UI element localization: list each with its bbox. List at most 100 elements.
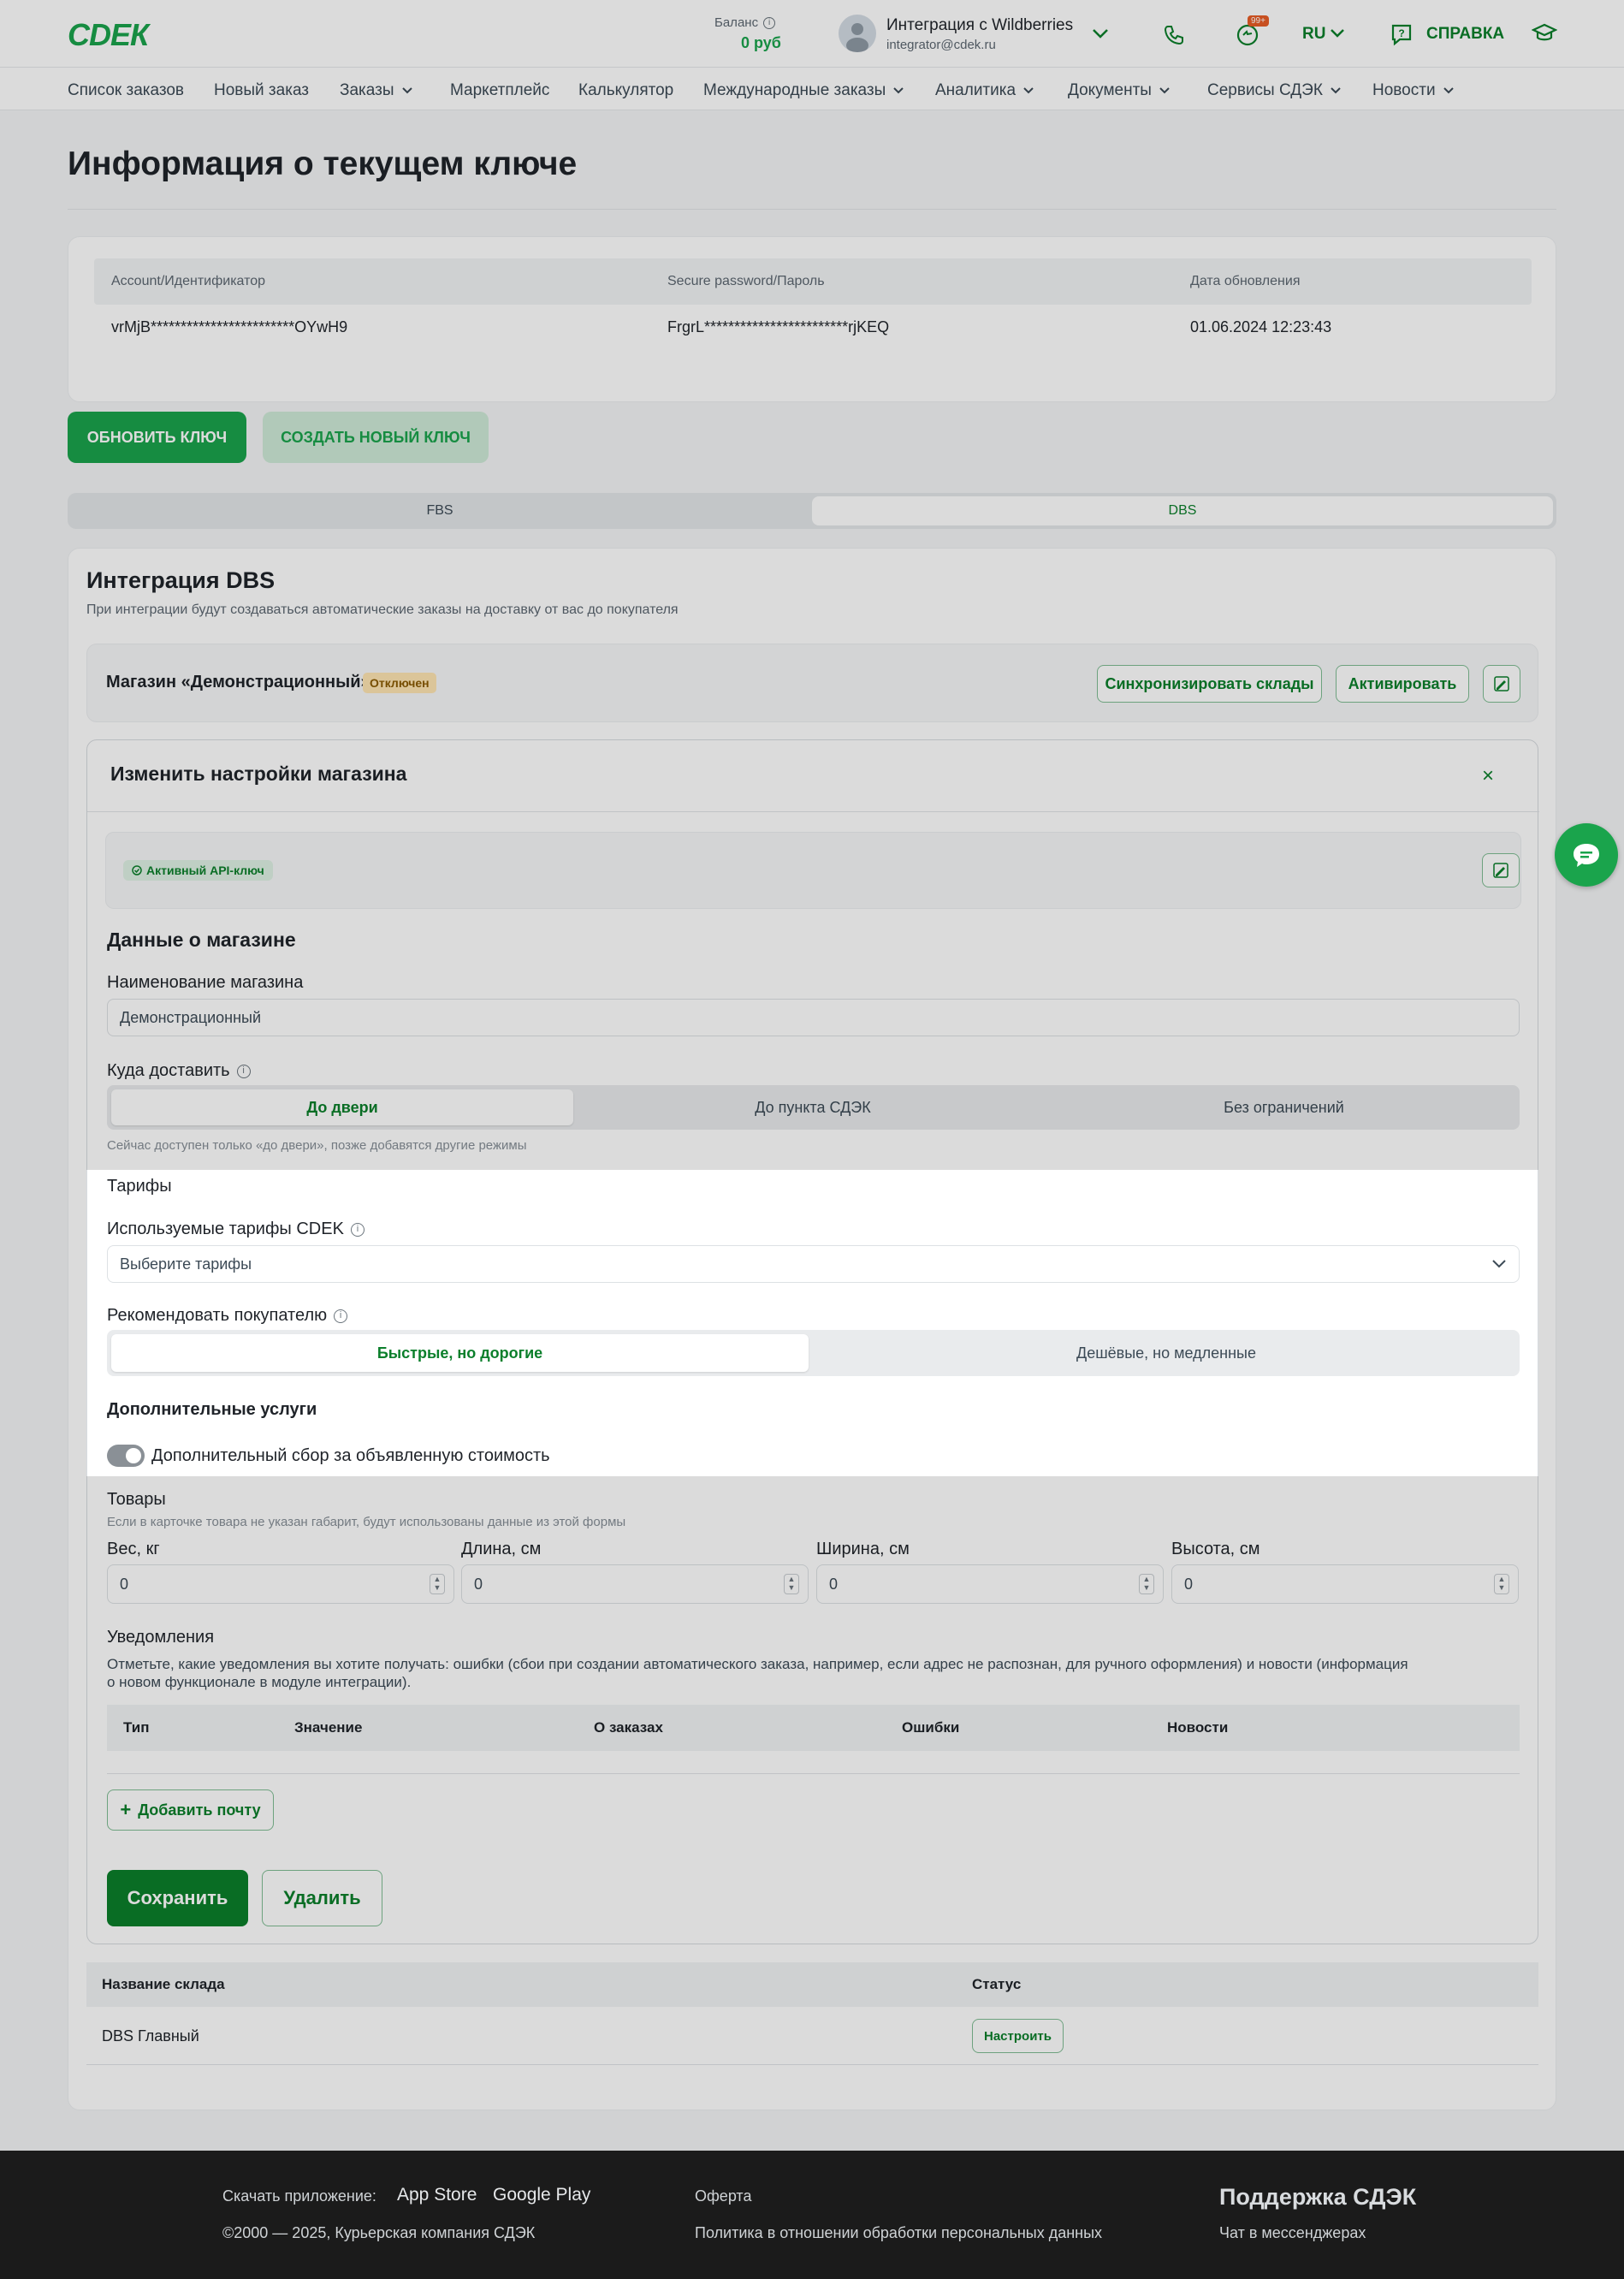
width-input[interactable]: 0 ▲ ▼ — [816, 1564, 1164, 1604]
save-button[interactable]: Сохранить — [107, 1870, 248, 1926]
delivery-option-door[interactable]: До двери — [111, 1089, 573, 1125]
support-chat-link[interactable]: Чат в мессенджерах — [1219, 2224, 1366, 2242]
stepper-icon[interactable]: ▲ ▼ — [1139, 1574, 1154, 1594]
integration-title: Интеграция DBS — [86, 567, 276, 593]
store-name-input[interactable]: Демонстрационный — [107, 999, 1520, 1036]
weight-input[interactable]: 0 ▲ ▼ — [107, 1564, 454, 1604]
column-header: Статус — [972, 1976, 1022, 1992]
privacy-link[interactable]: Политика в отношении обработки персональ… — [695, 2224, 1102, 2242]
length-input[interactable]: 0 ▲ ▼ — [461, 1564, 809, 1604]
delivery-option-pickup[interactable]: До пункта СДЭК — [582, 1089, 1044, 1125]
help-link[interactable]: СПРАВКА — [1426, 25, 1504, 44]
edit-api-key-button[interactable] — [1482, 853, 1520, 887]
nav-marketplace[interactable]: Маркетплейс — [450, 81, 549, 100]
graduation-cap-icon[interactable] — [1532, 22, 1557, 45]
activate-button[interactable]: Активировать — [1336, 665, 1469, 703]
add-email-button[interactable]: + Добавить почту — [107, 1789, 274, 1831]
info-icon[interactable]: i — [350, 1222, 365, 1237]
divider — [107, 1773, 1520, 1774]
declared-value-toggle[interactable] — [107, 1445, 145, 1467]
floating-chat-button[interactable] — [1555, 823, 1618, 887]
app-store-link[interactable]: App Store — [397, 2185, 477, 2205]
top-header: СDЕК Баланс i 0 руб Интеграция с Wildber… — [0, 0, 1624, 68]
nav-news[interactable]: Новости — [1372, 81, 1455, 100]
chevron-down-icon — [401, 87, 412, 94]
nav-calculator[interactable]: Калькулятор — [578, 81, 673, 100]
nav-analytics[interactable]: Аналитика — [935, 81, 1034, 100]
create-key-button[interactable]: СОЗДАТЬ НОВЫЙ КЛЮЧ — [263, 412, 489, 463]
copyright: ©2000 — 2025, Курьерская компания СДЭК — [222, 2224, 536, 2241]
google-play-link[interactable]: Google Play — [493, 2185, 590, 2205]
phone-icon[interactable] — [1163, 24, 1185, 46]
notification-badge: 99+ — [1248, 15, 1269, 27]
nav-order-list[interactable]: Список заказов — [68, 81, 184, 100]
info-icon[interactable]: i — [763, 16, 776, 29]
height-input[interactable]: 0 ▲ ▼ — [1171, 1564, 1519, 1604]
column-header: Account/Идентификатор — [111, 274, 266, 288]
stepper-icon[interactable]: ▲ ▼ — [784, 1574, 799, 1594]
refresh-key-button[interactable]: ОБНОВИТЬ КЛЮЧ — [68, 412, 246, 463]
edit-store-button[interactable] — [1483, 665, 1520, 703]
column-header: Ошибки — [902, 1719, 960, 1736]
balance-label: Баланс i — [714, 15, 776, 30]
tariffs-select[interactable]: Выберите тарифы — [107, 1245, 1520, 1283]
info-icon[interactable]: i — [236, 1064, 251, 1078]
divider — [87, 811, 1539, 812]
help-icon[interactable]: ? — [1390, 22, 1414, 46]
store-data-title: Данные о магазине — [107, 929, 296, 951]
chevron-down-icon — [1492, 1260, 1506, 1268]
chevron-down-icon[interactable] — [1092, 27, 1109, 39]
nav-orders[interactable]: Заказы — [340, 81, 413, 100]
nav-international-orders[interactable]: Международные заказы — [703, 81, 904, 100]
account-id-value: vrMjB************************OYwH9 — [111, 318, 348, 335]
warehouses-table-header: Название склада Статус — [86, 1962, 1538, 2007]
support-chat-icon[interactable] — [1236, 23, 1259, 47]
delivery-option-unlimited[interactable]: Без ограничений — [1052, 1089, 1515, 1125]
chevron-down-icon — [1443, 87, 1454, 94]
chevron-down-icon[interactable] — [1330, 28, 1345, 39]
store-row: Магазин «Демонстрационный» Отключен Синх… — [86, 644, 1538, 722]
api-key-row: Активный API-ключ — [105, 832, 1521, 909]
notifications-title: Уведомления — [107, 1628, 215, 1647]
delete-button[interactable]: Удалить — [262, 1870, 382, 1926]
tab-dbs[interactable]: DBS — [812, 496, 1553, 525]
sync-warehouses-button[interactable]: Синхронизировать склады — [1097, 665, 1322, 703]
avatar[interactable] — [839, 15, 876, 52]
offer-link[interactable]: Оферта — [695, 2187, 752, 2205]
recommend-selector: Быстрые, но дорогие Дешёвые, но медленны… — [107, 1330, 1520, 1376]
stepper-icon[interactable]: ▲ ▼ — [1494, 1574, 1509, 1594]
main-navigation: Список заказов Новый заказ Заказы Маркет… — [0, 68, 1624, 110]
goods-title: Товары — [107, 1490, 166, 1509]
nav-new-order[interactable]: Новый заказ — [214, 81, 309, 100]
recommend-option-cheap[interactable]: Дешёвые, но медленные — [817, 1334, 1515, 1372]
column-header: Тип — [123, 1719, 150, 1736]
configure-warehouse-button[interactable]: Настроить — [972, 2019, 1064, 2053]
store-name: Магазин «Демонстрационный» — [106, 673, 370, 691]
nav-documents[interactable]: Документы — [1068, 81, 1171, 100]
stepper-icon[interactable]: ▲ ▼ — [430, 1574, 445, 1594]
recommend-option-fast[interactable]: Быстрые, но дорогие — [111, 1334, 809, 1372]
integration-tabs: FBS DBS — [68, 493, 1556, 529]
store-name-label: Наименование магазина — [107, 973, 304, 992]
store-settings-panel: Изменить настройки магазина × Активный A… — [86, 739, 1539, 1944]
status-badge: Отключен — [363, 673, 436, 693]
chevron-down-icon — [893, 87, 904, 94]
nav-cdek-services[interactable]: Сервисы СДЭК — [1207, 81, 1342, 100]
info-icon[interactable]: i — [334, 1309, 348, 1323]
user-icon — [846, 23, 868, 52]
svg-text:?: ? — [1398, 27, 1404, 39]
delivery-hint: Сейчас доступен только «до двери», позже… — [107, 1138, 527, 1153]
notifications-table-header: Тип Значение О заказах Ошибки Новости — [107, 1705, 1520, 1751]
api-key-badge: Активный API-ключ — [123, 860, 273, 881]
close-icon[interactable]: × — [1482, 764, 1494, 788]
plus-icon: + — [120, 1799, 132, 1820]
language-selector[interactable]: RU — [1302, 25, 1325, 44]
update-date-value: 01.06.2024 12:23:43 — [1190, 318, 1332, 335]
tariffs-label: Используемые тарифы CDEK i — [107, 1220, 365, 1239]
cdek-logo[interactable]: СDЕК — [68, 17, 149, 53]
user-name[interactable]: Интеграция с Wildberries — [886, 16, 1073, 35]
tab-fbs[interactable]: FBS — [68, 493, 812, 529]
column-header: Название склада — [102, 1976, 225, 1992]
warehouse-name: DBS Главный — [102, 2027, 199, 2045]
chevron-down-icon — [1159, 87, 1170, 94]
